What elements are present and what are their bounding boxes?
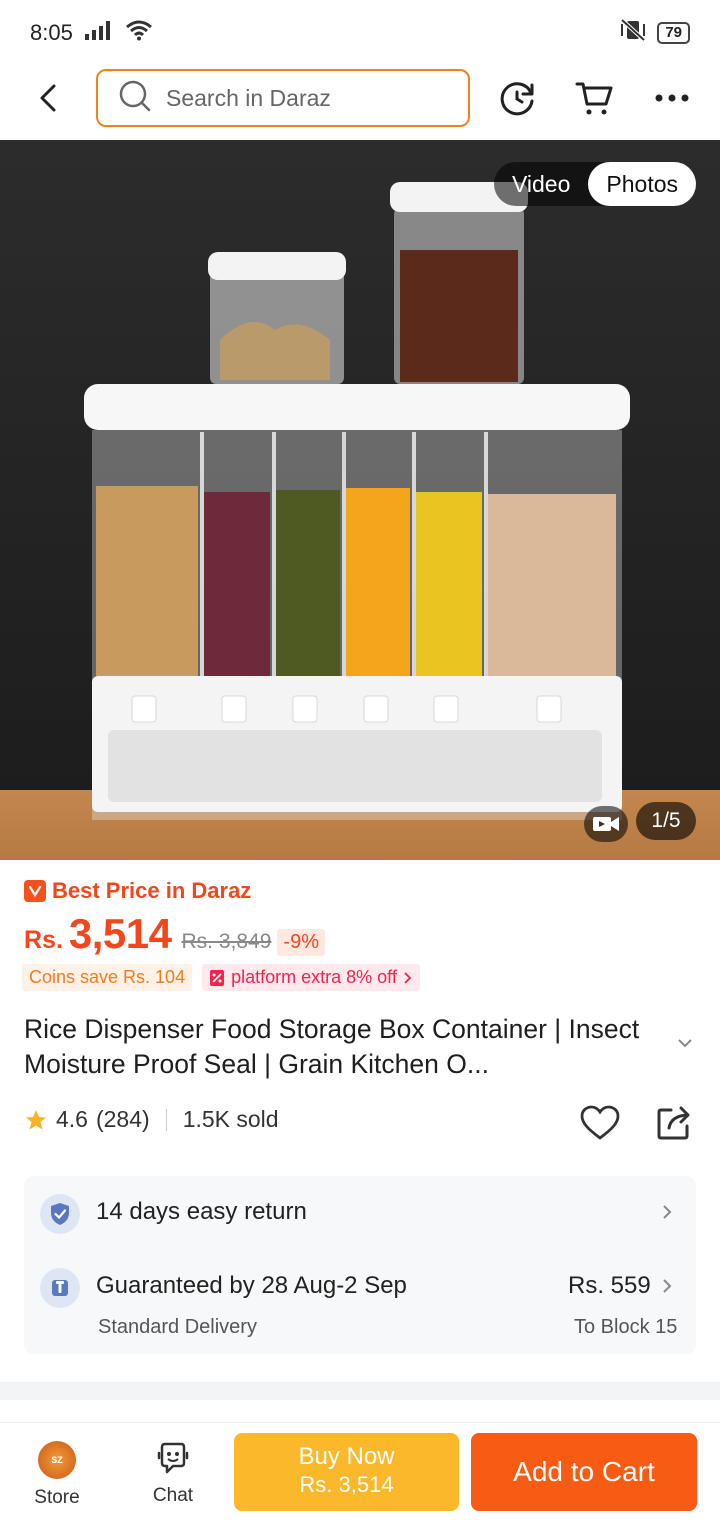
expand-title-chevron-icon[interactable] xyxy=(676,1036,694,1054)
buy-now-price: Rs. 3,514 xyxy=(299,1472,394,1497)
photos-tab[interactable]: Photos xyxy=(588,162,696,206)
share-icon xyxy=(657,1106,690,1140)
store-logo: SZ xyxy=(38,1441,76,1479)
price-currency: Rs. xyxy=(24,926,63,954)
product-title[interactable]: Rice Dispenser Food Storage Box Containe… xyxy=(24,1012,664,1082)
heart-icon xyxy=(580,1105,620,1140)
more-dots-icon xyxy=(655,94,689,102)
back-arrow-icon xyxy=(40,84,56,112)
image-counter: 1/5 xyxy=(636,802,696,840)
rating-row[interactable]: 4.6 (284) 1.5K sold xyxy=(24,1106,279,1133)
return-chevron-right-icon[interactable] xyxy=(662,1204,672,1225)
wishlist-button[interactable] xyxy=(578,1101,622,1145)
status-right: 79 xyxy=(619,18,690,48)
return-policy-label[interactable]: 14 days easy return xyxy=(96,1198,307,1226)
signal-icon xyxy=(84,20,113,46)
voucher-icon xyxy=(210,969,225,986)
price-row: Rs. 3,514 Rs. 3,849 -9% xyxy=(24,910,325,958)
service-card: 14 days easy return Guaranteed by 28 Aug… xyxy=(24,1176,696,1354)
delivery-guarantee-label[interactable]: Guaranteed by 28 Aug-2 Sep xyxy=(96,1272,407,1300)
product-image-gallery[interactable]: Video Photos 1/5 xyxy=(0,140,720,860)
share-button[interactable] xyxy=(652,1101,696,1145)
section-divider xyxy=(0,1382,720,1400)
return-shield-icon xyxy=(40,1194,80,1234)
chevron-right-icon xyxy=(404,971,412,984)
delivery-chevron-right-icon[interactable] xyxy=(662,1278,672,1299)
search-input[interactable] xyxy=(166,84,446,112)
buy-now-label: Buy Now xyxy=(298,1443,395,1470)
store-button[interactable]: SZ Store xyxy=(22,1441,92,1509)
rating-value: 4.6 xyxy=(56,1106,88,1132)
chat-label: Chat xyxy=(152,1485,194,1506)
platform-promo-label: platform extra 8% off xyxy=(231,967,397,987)
header xyxy=(0,66,720,140)
delivery-truck-icon xyxy=(40,1268,80,1308)
rating-count: (284) xyxy=(95,1106,150,1132)
platform-promo[interactable]: platform extra 8% off xyxy=(202,964,420,991)
chat-icon xyxy=(157,1442,189,1474)
discount-badge: -9% xyxy=(277,929,325,956)
buy-now-button[interactable]: Buy Now Rs. 3,514 xyxy=(234,1433,459,1511)
store-label: Store xyxy=(34,1487,80,1508)
sold-count: 1.5K sold xyxy=(182,1106,279,1132)
promo-row: Coins save Rs. 104 platform extra 8% off xyxy=(22,964,420,991)
best-price-tag: Best Price in Daraz xyxy=(24,878,251,904)
history-button[interactable] xyxy=(498,78,538,118)
vibrate-mute-icon xyxy=(619,18,647,48)
status-left: 8:05 xyxy=(30,19,153,47)
history-icon xyxy=(500,82,534,116)
status-time: 8:05 xyxy=(30,20,73,45)
search-icon xyxy=(118,79,152,118)
star-icon xyxy=(26,1109,46,1129)
coins-promo: Coins save Rs. 104 xyxy=(22,964,193,991)
add-to-cart-button[interactable]: Add to Cart xyxy=(471,1433,697,1511)
price-original: Rs. 3,849 xyxy=(181,930,272,953)
delivery-location-label[interactable]: To Block 15 xyxy=(574,1316,677,1339)
back-button[interactable] xyxy=(30,80,66,116)
price-current: 3,514 xyxy=(68,910,172,957)
battery-indicator: 79 xyxy=(657,22,690,44)
video-camera-icon xyxy=(593,817,619,831)
more-options-button[interactable] xyxy=(652,78,692,118)
delivery-price: Rs. 559 xyxy=(568,1272,651,1299)
delivery-type-label: Standard Delivery xyxy=(98,1316,257,1338)
video-tab[interactable]: Video xyxy=(494,162,588,206)
best-price-label: Best Price in Daraz xyxy=(52,878,252,903)
best-price-icon xyxy=(24,880,46,902)
cart-button[interactable] xyxy=(574,78,614,118)
media-toggle: Video Photos xyxy=(493,162,696,206)
status-bar: 8:05 79 xyxy=(0,0,720,66)
bottom-action-bar: SZ Store Chat Buy Now Rs. 3,514 Add to C… xyxy=(0,1422,720,1520)
video-play-button[interactable] xyxy=(584,806,628,842)
wifi-icon xyxy=(125,19,153,47)
cart-icon xyxy=(575,82,613,115)
rating-divider xyxy=(165,1108,167,1131)
chat-button[interactable]: Chat xyxy=(138,1441,208,1507)
product-image xyxy=(84,182,630,820)
search-bar[interactable] xyxy=(96,69,470,127)
